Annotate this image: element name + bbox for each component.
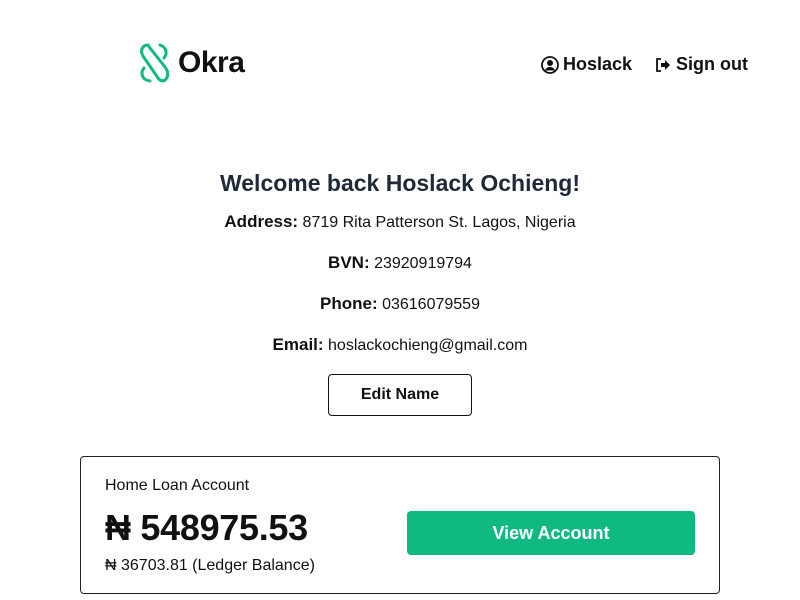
bvn-label: BVN:: [328, 253, 370, 272]
account-name: Home Loan Account: [105, 477, 250, 494]
view-account-button[interactable]: View Account: [407, 511, 695, 555]
address-row: Address: 8719 Rita Patterson St. Lagos, …: [0, 212, 800, 233]
email-row: Email: hoslackochieng@gmail.com: [0, 335, 800, 356]
brand-name: Okra: [178, 46, 245, 79]
top-nav: Hoslack Sign out: [541, 54, 748, 75]
bvn-row: BVN: 23920919794: [0, 253, 800, 274]
welcome-heading: Welcome back Hoslack Ochieng!: [219, 170, 581, 196]
sign-out-label: Sign out: [676, 54, 748, 74]
user-profile-link[interactable]: Hoslack: [541, 54, 632, 75]
address-value: 8719 Rita Patterson St. Lagos, Nigeria: [302, 214, 576, 231]
header: Okra Hoslack Sign out: [0, 0, 800, 130]
user-name-label: Hoslack: [562, 54, 633, 74]
sign-out-link[interactable]: Sign out: [654, 54, 748, 75]
sign-out-icon: [656, 57, 671, 72]
bvn-value: 23920919794: [374, 255, 472, 272]
okra-logo-icon: [140, 43, 170, 83]
profile-section: Welcome back Hoslack Ochieng! Address: 8…: [0, 170, 800, 416]
account-card: Home Loan Account ₦ 548975.53 ₦ 36703.81…: [80, 456, 720, 594]
page: Okra Hoslack Sign out Welcome back Hosla…: [0, 0, 800, 600]
user-circle-icon: [541, 55, 559, 74]
phone-value: 03616079559: [382, 296, 480, 313]
edit-name-button[interactable]: Edit Name: [328, 374, 472, 416]
okra-logo[interactable]: Okra: [138, 42, 245, 84]
address-label: Address:: [224, 212, 299, 231]
email-label: Email:: [272, 335, 324, 354]
phone-label: Phone:: [320, 294, 378, 313]
account-balance: ₦ 548975.53: [105, 507, 308, 548]
phone-row: Phone: 03616079559: [0, 294, 800, 315]
email-value: hoslackochieng@gmail.com: [328, 337, 528, 354]
ledger-balance: ₦ 36703.81 (Ledger Balance): [105, 557, 315, 574]
